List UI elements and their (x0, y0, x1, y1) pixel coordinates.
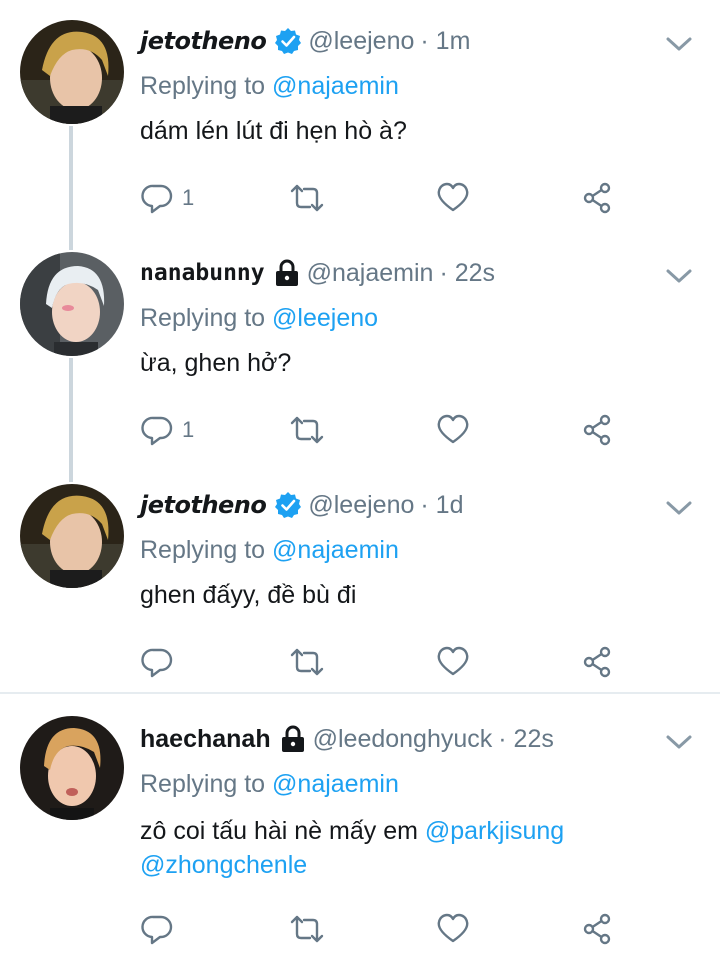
timestamp[interactable]: · 22s (498, 725, 554, 754)
display-name[interactable]: nanabunny (140, 260, 265, 286)
action-bar (140, 645, 620, 679)
replying-to: Replying to @najaemin (140, 536, 399, 565)
tweet[interactable]: jetotheno @leejeno · 1d Replying to @naj… (0, 464, 720, 692)
tweet-header: jetotheno @leejeno · 1d (140, 488, 463, 522)
replying-to-label: Replying to (140, 72, 266, 100)
share-button[interactable] (580, 645, 614, 679)
divider (0, 692, 720, 694)
reply-icon (141, 648, 173, 678)
reply-button[interactable]: 1 (140, 181, 194, 215)
retweet-button[interactable] (288, 413, 326, 447)
retweet-icon (290, 416, 324, 444)
share-button[interactable] (580, 912, 614, 946)
lock-icon (279, 725, 307, 753)
reply-icon (141, 184, 173, 214)
action-bar: 1 (140, 413, 620, 447)
text-mention[interactable]: @parkjisung (425, 817, 564, 845)
replying-to-mention[interactable]: @najaemin (272, 770, 399, 798)
verified-badge-icon (274, 491, 302, 519)
timestamp[interactable]: · 1d (420, 491, 463, 520)
replying-to: Replying to @najaemin (140, 770, 399, 799)
like-button[interactable] (436, 413, 470, 447)
reply-count: 1 (182, 185, 195, 210)
verified-badge-icon (274, 27, 302, 55)
retweet-button[interactable] (288, 645, 326, 679)
tweet-text: ừa, ghen hở? (140, 349, 292, 377)
tweet-text: dám lén lút đi hẹn hò à? (140, 117, 407, 145)
timestamp[interactable]: · 22s (439, 259, 495, 288)
chevron-down-icon[interactable] (664, 34, 694, 54)
tweet-header: jetotheno @leejeno · 1m (140, 24, 470, 58)
reply-icon (141, 915, 173, 945)
like-button[interactable] (436, 181, 470, 215)
reply-button[interactable] (140, 912, 174, 946)
chevron-down-icon[interactable] (664, 732, 694, 752)
retweet-icon (290, 915, 324, 943)
tweet-text-content: zô coi tấu hài nè mấy em (140, 817, 418, 845)
retweet-button[interactable] (288, 912, 326, 946)
action-bar: 1 (140, 181, 620, 215)
reply-count: 1 (182, 417, 195, 442)
tweet-text: zô coi tấu hài nè mấy em @parkjisung @zh… (140, 814, 680, 882)
action-bar (140, 912, 620, 946)
tweet[interactable]: nanabunny @najaemin · 22s Replying to @l… (0, 232, 720, 464)
like-button[interactable] (436, 912, 470, 946)
avatar[interactable] (20, 484, 124, 588)
avatar[interactable] (20, 716, 124, 820)
tweet-header: nanabunny @najaemin · 22s (140, 256, 495, 290)
share-icon (583, 182, 611, 214)
replying-to-mention[interactable]: @najaemin (272, 72, 399, 100)
handle[interactable]: @najaemin (307, 259, 434, 288)
replying-to-label: Replying to (140, 770, 266, 798)
timestamp[interactable]: · 1m (420, 27, 470, 56)
handle[interactable]: @leejeno (308, 27, 414, 56)
reply-button[interactable] (140, 645, 174, 679)
reply-button[interactable]: 1 (140, 413, 194, 447)
tweet-text: ghen đấyy, đề bù đi (140, 581, 357, 609)
display-name[interactable]: jetotheno (140, 27, 267, 55)
replying-to-mention[interactable]: @najaemin (272, 536, 399, 564)
replying-to-mention[interactable]: @leejeno (272, 304, 378, 332)
retweet-icon (290, 648, 324, 676)
tweet[interactable]: jetotheno @leejeno · 1m Replying to @naj… (0, 0, 720, 232)
chevron-down-icon[interactable] (664, 498, 694, 518)
replying-to-label: Replying to (140, 304, 266, 332)
share-button[interactable] (580, 181, 614, 215)
like-icon (437, 182, 469, 212)
share-button[interactable] (580, 413, 614, 447)
reply-icon (141, 416, 173, 446)
like-icon (437, 646, 469, 676)
like-icon (437, 913, 469, 943)
chevron-down-icon[interactable] (664, 266, 694, 286)
replying-to-label: Replying to (140, 536, 266, 564)
tweet[interactable]: haechanah @leedonghyuck · 22s Replying t… (0, 696, 720, 954)
retweet-icon (290, 184, 324, 212)
replying-to: Replying to @najaemin (140, 72, 399, 101)
replying-to: Replying to @leejeno (140, 304, 378, 333)
display-name[interactable]: haechanah (140, 725, 271, 754)
share-icon (583, 646, 611, 678)
retweet-button[interactable] (288, 181, 326, 215)
tweet-header: haechanah @leedonghyuck · 22s (140, 722, 554, 756)
like-icon (437, 414, 469, 444)
handle[interactable]: @leedonghyuck (313, 725, 493, 754)
avatar[interactable] (20, 20, 124, 124)
lock-icon (273, 259, 301, 287)
handle[interactable]: @leejeno (308, 491, 414, 520)
avatar[interactable] (20, 252, 124, 356)
share-icon (583, 414, 611, 446)
display-name[interactable]: jetotheno (140, 491, 267, 519)
share-icon (583, 913, 611, 945)
text-mention[interactable]: @zhongchenle (140, 851, 307, 879)
like-button[interactable] (436, 645, 470, 679)
